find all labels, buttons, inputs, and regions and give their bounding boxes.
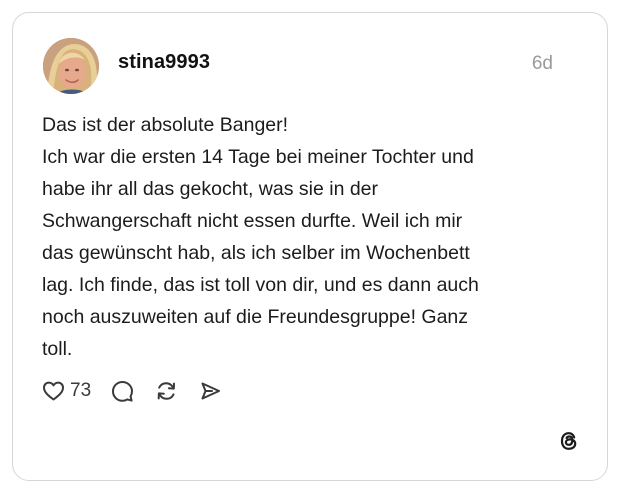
comment-button[interactable] [110,379,135,403]
post-actions: 73 [41,377,242,405]
post-timestamp[interactable]: 6d [532,53,553,75]
comment-icon [112,381,134,402]
repost-icon [157,382,176,400]
post-card: stina9993 6d Das ist der absolute Banger… [12,12,608,481]
username-link[interactable]: stina9993 [118,51,210,74]
share-button[interactable] [198,379,223,403]
avatar-image [43,38,99,94]
post-text-line: lag. Ich finde, das ist toll von dir, un… [42,274,479,296]
post-text: Das ist der absolute Banger! Ich war die… [42,109,572,365]
send-icon [201,382,221,400]
post-text-line: Ich war die ersten 14 Tage bei meiner To… [42,146,474,168]
heart-icon [43,381,64,401]
repost-button[interactable] [154,379,179,403]
post-text-line: Das ist der absolute Banger! [42,114,289,136]
post-text-line: noch auszuweiten auf die Freundesgruppe!… [42,306,469,328]
avatar[interactable] [43,38,99,94]
post-text-line: habe ihr all das gekocht, was sie in der [42,178,379,200]
post-text-line: das gewünscht hab, als ich selber im Woc… [42,242,470,264]
post-text-line: Schwangerschaft nicht essen durfte. Weil… [42,210,463,232]
post-text-line: toll. [42,338,73,360]
like-count: 73 [70,380,92,401]
threads-logo-icon[interactable] [557,429,581,453]
like-button[interactable]: 73 [41,379,91,403]
